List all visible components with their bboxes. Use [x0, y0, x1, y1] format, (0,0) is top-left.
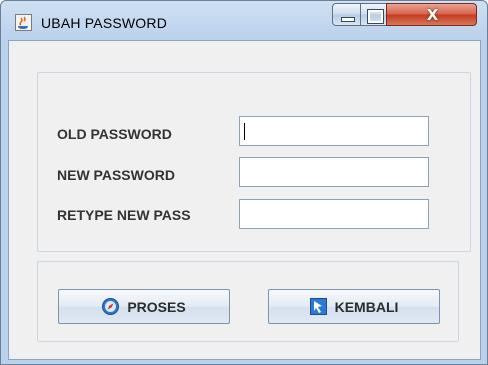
back-arrow-icon [309, 298, 327, 315]
close-icon: X [426, 6, 439, 24]
java-app-icon [15, 14, 32, 31]
client-area: OLD PASSWORD NEW PASSWORD RETYPE NEW PAS… [8, 40, 481, 360]
close-button[interactable]: X [386, 3, 477, 26]
new-password-label: NEW PASSWORD [57, 167, 175, 183]
new-password-field[interactable] [239, 157, 429, 187]
maximize-icon [367, 9, 384, 24]
proses-label: PROSES [127, 298, 186, 315]
text-caret [244, 123, 245, 140]
maximize-button[interactable] [360, 3, 387, 26]
password-panel: OLD PASSWORD NEW PASSWORD RETYPE NEW PAS… [37, 72, 471, 252]
title-bar[interactable]: UBAH PASSWORD X [1, 1, 487, 39]
minimize-button[interactable] [332, 3, 361, 26]
kembali-label: KEMBALI [334, 298, 399, 315]
window: UBAH PASSWORD X OLD PASSWORD NEW PASSWOR… [0, 0, 488, 365]
button-panel: PROSES KEMBALI [37, 261, 459, 342]
compass-icon [102, 298, 120, 315]
retype-password-field[interactable] [239, 199, 429, 229]
minimize-icon [341, 17, 355, 22]
kembali-button[interactable]: KEMBALI [268, 289, 440, 324]
window-title: UBAH PASSWORD [41, 15, 168, 31]
old-password-label: OLD PASSWORD [57, 126, 172, 142]
old-password-field[interactable] [239, 116, 429, 146]
retype-password-label: RETYPE NEW PASS [57, 207, 191, 223]
proses-button[interactable]: PROSES [58, 289, 230, 324]
